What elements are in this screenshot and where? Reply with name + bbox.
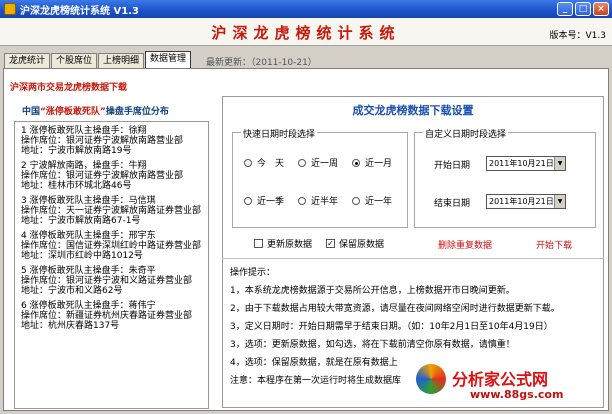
seat-list[interactable]: 1 涨停板敢死队主操盘手：徐翔 操作席位：银河证券宁波解放南路营业部 地址：宁波… bbox=[14, 121, 209, 409]
list-item: 3 涨停板敢死队主操盘手：马信琪 操作席位：天一证券宁波解放南路证券营业部 地址… bbox=[21, 196, 202, 226]
checkbox-box bbox=[254, 239, 263, 248]
tab-stock-seats[interactable]: 个股席位 bbox=[51, 53, 98, 68]
tab-bar: 龙虎统计 个股席位 上榜明细 数据管理 bbox=[4, 51, 192, 68]
watermark-logo-icon bbox=[416, 364, 446, 394]
checkbox-box: ✓ bbox=[326, 239, 335, 248]
update-data-checkbox[interactable]: 更新原数据 bbox=[254, 237, 312, 250]
section-title: 沪深两市交易龙虎榜数据下载 bbox=[10, 83, 128, 93]
tip-line: 3，定义日期时：开始日期需早于结束日期。（如：10年2月1日至10年4月19日） bbox=[230, 322, 553, 332]
tip-line: 3，选项：更新原数据，如勾选，将在下载前清空你原有数据，请慎重！ bbox=[230, 340, 515, 350]
download-settings-title: 成交龙虎榜数据下载设置 bbox=[352, 104, 474, 117]
chevron-down-icon[interactable]: ▼ bbox=[554, 157, 565, 170]
list-item: 6 涨停板敢死队主操盘手：蒋伟宁 操作席位：新疆证券杭州庆春路证券营业部 地址：… bbox=[21, 301, 193, 331]
radio-dot bbox=[352, 196, 360, 205]
seat-distribution-heading: 中国“涨停板敢死队”操盘手席位分布 bbox=[22, 107, 169, 117]
chevron-down-icon[interactable]: ▼ bbox=[554, 195, 565, 208]
list-item: 4 涨停板敢死队主操盘手：邢宇东 操作席位：国信证券深圳红岭中路证券营业部 地址… bbox=[21, 231, 202, 261]
radio-month[interactable]: 近一月 bbox=[352, 156, 392, 169]
divider bbox=[222, 258, 604, 259]
list-item: 5 涨停板敢死队主操盘手：朱奇平 操作席位：银河证券宁波和义路证券营业部 地址：… bbox=[21, 266, 193, 296]
radio-today[interactable]: 今 天 bbox=[244, 156, 284, 169]
custom-range-group: 自定义日期时段选择 bbox=[414, 127, 596, 228]
close-button[interactable]: × bbox=[593, 2, 609, 16]
radio-dot bbox=[352, 158, 360, 167]
banner: 沪深龙虎榜统计系统 版本号：V1.3 bbox=[0, 18, 612, 46]
radio-year[interactable]: 近一年 bbox=[352, 194, 392, 207]
maximize-button[interactable]: □ bbox=[575, 2, 591, 16]
version-label: 版本号：V1.3 bbox=[549, 31, 606, 41]
window-title: 沪深龙虎榜统计系统 V1.3 bbox=[20, 5, 139, 17]
app-icon bbox=[4, 3, 16, 15]
custom-range-label: 自定义日期时段选择 bbox=[423, 127, 509, 140]
radio-quarter[interactable]: 近一季 bbox=[244, 194, 284, 207]
start-date-label: 开始日期 bbox=[434, 161, 471, 171]
delete-duplicates-button[interactable]: 删除重复数据 bbox=[438, 238, 492, 251]
tip-line: 1，本系统龙虎榜数据源于交易所公开信息，上榜数据开市日晚间更新。 bbox=[230, 286, 515, 296]
tab-data-management[interactable]: 数据管理 bbox=[145, 51, 192, 68]
minimize-button[interactable]: _ bbox=[557, 2, 573, 16]
radio-dot bbox=[244, 158, 252, 167]
list-item: 2 宁波解放南路，操盘手：牛翔 操作席位：银河证券宁波解放南路营业部 地址：桂林… bbox=[21, 161, 184, 191]
radio-half-year[interactable]: 近半年 bbox=[298, 194, 338, 207]
quick-range-label: 快速日期时段选择 bbox=[241, 127, 318, 140]
watermark-url: www.88gs.com bbox=[470, 388, 564, 401]
end-date-picker[interactable]: 2011年10月21日 ▼ bbox=[486, 194, 566, 209]
radio-dot bbox=[298, 196, 306, 205]
tip-line: 2，由于下载数据占用较大带宽资源，请尽量在夜间网络空闲时进行数据更新下载。 bbox=[230, 304, 560, 314]
last-update: 最新更新：（2011-10-21） bbox=[206, 58, 317, 68]
tips-title: 操作提示： bbox=[230, 268, 276, 278]
tab-dragon-stats[interactable]: 龙虎统计 bbox=[4, 53, 51, 68]
quick-range-group: 快速日期时段选择 bbox=[232, 127, 408, 228]
list-item: 1 涨停板敢死队主操盘手：徐翔 操作席位：银河证券宁波解放南路营业部 地址：宁波… bbox=[21, 126, 184, 156]
end-date-label: 结束日期 bbox=[434, 199, 471, 209]
start-date-picker[interactable]: 2011年10月21日 ▼ bbox=[486, 156, 566, 171]
start-download-button[interactable]: 开始下载 bbox=[536, 238, 572, 251]
radio-week[interactable]: 近一周 bbox=[298, 156, 338, 169]
keep-data-checkbox[interactable]: ✓ 保留原数据 bbox=[326, 237, 384, 250]
watermark: 分析家公式网 www.88gs.com bbox=[410, 360, 612, 414]
tab-list-details[interactable]: 上榜明细 bbox=[98, 53, 145, 68]
watermark-text: 分析家公式网 bbox=[452, 370, 549, 389]
banner-title: 沪深龙虎榜统计系统 bbox=[211, 24, 401, 42]
title-bar: 沪深龙虎榜统计系统 V1.3 _ □ × bbox=[0, 0, 612, 18]
radio-dot bbox=[244, 196, 252, 205]
radio-dot bbox=[298, 158, 306, 167]
